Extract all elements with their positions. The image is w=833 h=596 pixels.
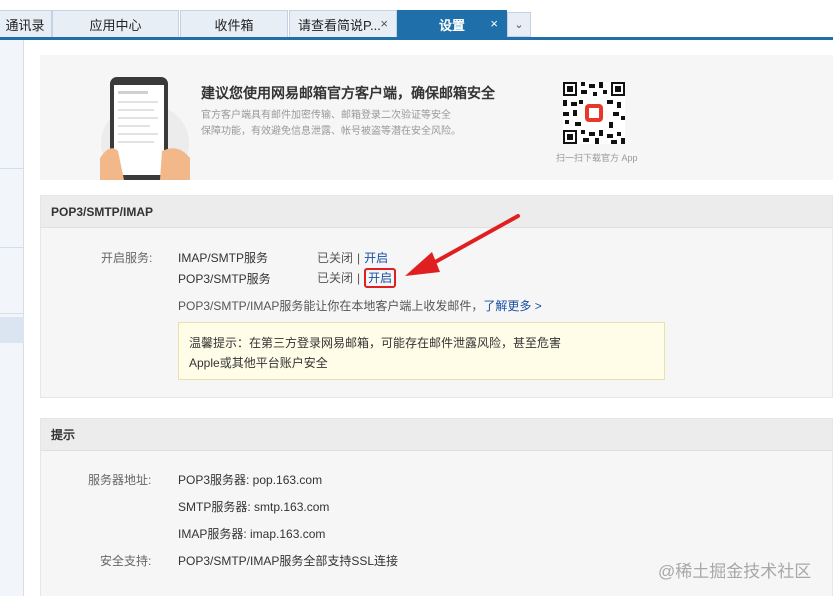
security-value: POP3/SMTP/IMAP服务全部支持SSL连接 [178,554,399,568]
imap-service-status: 已关闭 | 开启 [317,249,388,266]
phone-illustration-icon [100,77,190,180]
notice-line: 温馨提示：在第三方登录网易邮箱，可能存在邮件泄露风险，甚至危害 [189,336,562,350]
imap-service-name: IMAP/SMTP服务 [178,251,269,265]
tab-inbox[interactable]: 收件箱 [180,10,288,37]
sidebar-divider [0,168,24,169]
status-separator: | [357,271,361,285]
tab-contacts[interactable]: 通讯录 [0,10,52,37]
section-heading: POP3/SMTP/IMAP [41,196,832,228]
tab-label: 收件箱 [214,17,254,33]
service-label: 开启服务: [101,251,153,265]
tab-label: 设置 [438,17,465,33]
info-text: POP3/SMTP/IMAP服务能让你在本地客户端上收发邮件， [178,299,484,313]
pop3-service-status: 已关闭 | 开启 [317,268,397,288]
server-address-label: 服务器地址: [88,473,152,487]
sidebar-item-active[interactable] [0,317,24,343]
pop3-service-name: POP3/SMTP服务 [178,272,271,286]
qr-caption: 扫一扫下载官方 App [556,153,638,163]
qr-code-icon[interactable] [563,82,625,144]
close-icon[interactable]: × [380,16,388,31]
enable-imap-link[interactable]: 开启 [364,251,388,265]
status-text: 已关闭 [317,251,354,265]
pop3-info-text: POP3/SMTP/IMAP服务能让你在本地客户端上收发邮件，了解更多 > [178,297,542,314]
enable-pop3-link[interactable]: 开启 [364,268,397,288]
sidebar-divider [0,247,24,248]
status-separator: | [357,251,361,265]
smtp-server: SMTP服务器: smtp.163.com [178,500,330,514]
imap-server: IMAP服务器: imap.163.com [178,527,326,541]
promo-desc-line: 官方客户端具有邮件加密传输、邮箱登录二次验证等安全 [201,110,451,121]
close-icon[interactable]: × [490,16,498,31]
section-heading: 提示 [41,419,832,451]
promo-desc-line: 保障功能，有效避免信息泄露、帐号被盗等潜在安全风险。 [201,126,461,137]
tab-app-center[interactable]: 应用中心 [52,10,179,37]
sidebar-divider [0,313,24,314]
tab-label: 应用中心 [89,17,142,33]
status-text: 已关闭 [317,271,354,285]
promo-description: 官方客户端具有邮件加密传输、邮箱登录二次验证等安全 保障功能，有效避免信息泄露、… [201,108,501,140]
notice-line: Apple或其他平台账户安全 [189,356,328,370]
tab-settings[interactable]: 设置 × [397,10,507,37]
promo-title: 建议您使用网易邮箱官方客户端，确保邮箱安全 [201,85,495,101]
pop3-smtp-imap-section: POP3/SMTP/IMAP 开启服务: IMAP/SMTP服务 已关闭 | 开启 … [40,195,833,398]
watermark: @稀土掘金技术社区 [658,562,812,581]
tab-message[interactable]: 请查看简说P... × [289,10,397,37]
client-promo-banner: 建议您使用网易邮箱官方客户端，确保邮箱安全 官方客户端具有邮件加密传输、邮箱登录… [40,55,833,180]
security-label: 安全支持: [100,554,152,568]
warning-notice: 温馨提示：在第三方登录网易邮箱，可能存在邮件泄露风险，甚至危害 Apple或其他… [178,322,665,380]
tab-label: 通讯录 [5,17,45,33]
learn-more-link[interactable]: 了解更多 > [483,299,541,313]
tab-bar: 通讯录 应用中心 收件箱 请查看简说P... × 设置 × ⌄ [0,0,833,40]
left-sidebar [0,40,24,596]
tab-label: 请查看简说P... [298,17,381,33]
chevron-down-icon[interactable]: ⌄ [507,12,531,37]
pop3-server: POP3服务器: pop.163.com [178,473,323,487]
